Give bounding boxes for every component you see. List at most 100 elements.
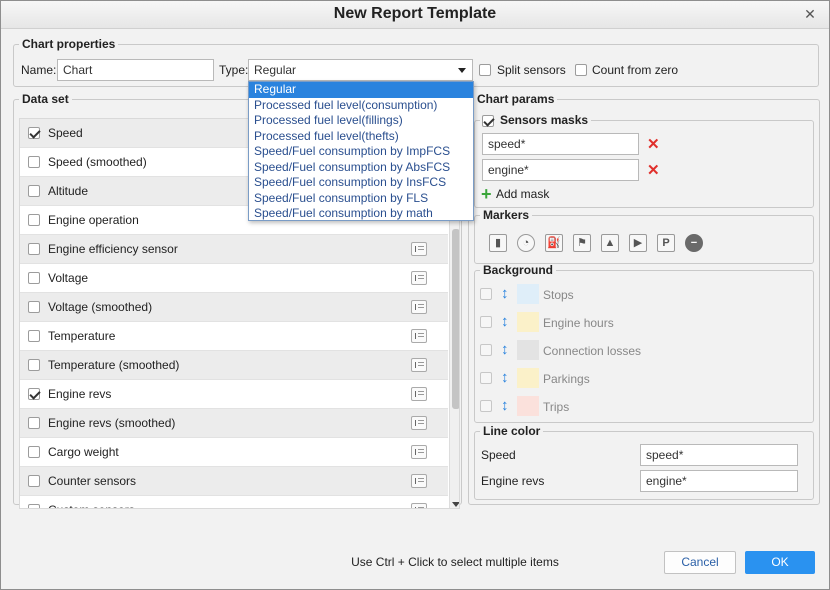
add-mask-button[interactable]: Add mask — [496, 187, 549, 201]
type-option[interactable]: Speed/Fuel consumption by InsFCS — [249, 175, 473, 191]
plus-icon[interactable]: + — [481, 185, 492, 203]
list-item-checkbox[interactable] — [28, 156, 40, 168]
type-option[interactable]: Regular — [249, 82, 473, 98]
chart-properties-legend: Chart properties — [22, 37, 116, 51]
video-icon[interactable]: ▶ — [629, 234, 647, 252]
count-from-zero-checkbox[interactable] — [575, 64, 587, 76]
list-item-label: Counter sensors — [48, 474, 137, 488]
list-item[interactable]: Voltage — [20, 264, 448, 293]
list-item-checkbox[interactable] — [28, 185, 40, 197]
list-item-checkbox[interactable] — [28, 243, 40, 255]
type-option[interactable]: Speed/Fuel consumption by ImpFCS — [249, 144, 473, 160]
type-select[interactable]: Regular — [248, 59, 473, 81]
sensors-masks-legend: Sensors masks — [500, 113, 589, 127]
sensor-settings-icon[interactable] — [411, 358, 427, 372]
remove-mask-1-icon[interactable]: ✕ — [647, 137, 660, 152]
list-item-label: Engine revs — [48, 387, 112, 401]
list-item-checkbox[interactable] — [28, 475, 40, 487]
no-entry-icon[interactable]: − — [685, 234, 703, 252]
line-color-label-speed: Speed — [481, 448, 516, 462]
list-item-checkbox[interactable] — [28, 417, 40, 429]
background-checkbox[interactable] — [480, 344, 492, 356]
background-color-swatch[interactable] — [517, 312, 539, 332]
ok-button[interactable]: OK — [745, 551, 815, 574]
list-item-checkbox[interactable] — [28, 127, 40, 139]
type-option[interactable]: Processed fuel level(fillings) — [249, 113, 473, 129]
list-item-checkbox[interactable] — [28, 301, 40, 313]
type-option[interactable]: Processed fuel level(consumption) — [249, 98, 473, 114]
list-item[interactable]: Engine efficiency sensor — [20, 235, 448, 264]
list-item-label: Engine efficiency sensor — [48, 242, 178, 256]
list-item[interactable]: Voltage (smoothed) — [20, 293, 448, 322]
list-item-checkbox[interactable] — [28, 359, 40, 371]
background-color-swatch[interactable] — [517, 284, 539, 304]
background-checkbox[interactable] — [480, 316, 492, 328]
list-item-checkbox[interactable] — [28, 272, 40, 284]
list-item-checkbox[interactable] — [28, 214, 40, 226]
background-checkbox[interactable] — [480, 372, 492, 384]
list-item[interactable]: Engine revs (smoothed) — [20, 409, 448, 438]
background-checkbox[interactable] — [480, 400, 492, 412]
image-icon[interactable]: ▲ — [601, 234, 619, 252]
chevron-down-icon — [458, 68, 466, 73]
background-item-label: Connection losses — [543, 344, 642, 358]
list-item-label: Temperature — [48, 329, 116, 343]
background-color-swatch[interactable] — [517, 368, 539, 388]
resize-arrows-icon[interactable]: ↕ — [501, 367, 509, 389]
resize-arrows-icon[interactable]: ↕ — [501, 283, 509, 305]
list-item[interactable]: Cargo weight — [20, 438, 448, 467]
count-from-zero-label: Count from zero — [592, 63, 679, 77]
scrollbar-thumb[interactable] — [452, 229, 459, 409]
list-item[interactable]: Engine revs — [20, 380, 448, 409]
sensor-settings-icon[interactable] — [411, 503, 427, 508]
scroll-down-icon[interactable] — [452, 502, 459, 507]
type-option[interactable]: Speed/Fuel consumption by math — [249, 206, 473, 222]
parking-icon[interactable]: P — [657, 234, 675, 252]
resize-arrows-icon[interactable]: ↕ — [501, 339, 509, 361]
title-bar: New Report Template ✕ — [1, 1, 829, 29]
list-item-checkbox[interactable] — [28, 330, 40, 342]
sensor-settings-icon[interactable] — [411, 242, 427, 256]
line-color-input-speed[interactable]: speed* — [640, 444, 798, 466]
type-option[interactable]: Processed fuel level(thefts) — [249, 129, 473, 145]
mask-input-1[interactable]: speed* — [482, 133, 639, 155]
chart-params-legend: Chart params — [477, 92, 555, 106]
sensor-settings-icon[interactable] — [411, 300, 427, 314]
sensor-settings-icon[interactable] — [411, 445, 427, 459]
background-item-label: Stops — [543, 288, 574, 302]
sensor-settings-icon[interactable] — [411, 474, 427, 488]
line-color-input-engine-revs[interactable]: engine* — [640, 470, 798, 492]
mask-input-2[interactable]: engine* — [482, 159, 639, 181]
resize-arrows-icon[interactable]: ↕ — [501, 311, 509, 333]
list-item[interactable]: Temperature (smoothed) — [20, 351, 448, 380]
background-color-swatch[interactable] — [517, 396, 539, 416]
cancel-button[interactable]: Cancel — [664, 551, 736, 574]
sensor-settings-icon[interactable] — [411, 271, 427, 285]
flag-icon[interactable]: ⚑ — [573, 234, 591, 252]
list-item-checkbox[interactable] — [28, 446, 40, 458]
list-item[interactable]: Custom sensors — [20, 496, 448, 508]
resize-arrows-icon[interactable]: ↕ — [501, 395, 509, 417]
fuel-pump-icon[interactable]: ⛽ — [545, 234, 563, 252]
list-item-checkbox[interactable] — [28, 388, 40, 400]
list-item[interactable]: Temperature — [20, 322, 448, 351]
type-option[interactable]: Speed/Fuel consumption by AbsFCS — [249, 160, 473, 176]
background-legend: Background — [483, 263, 554, 277]
name-input[interactable]: Chart — [57, 59, 214, 81]
fuel-can-icon[interactable]: ▮ — [489, 234, 507, 252]
list-item-checkbox[interactable] — [28, 504, 40, 508]
gauge-icon[interactable]: ◔ — [517, 234, 535, 252]
background-checkbox[interactable] — [480, 288, 492, 300]
split-sensors-label: Split sensors — [497, 63, 566, 77]
type-dropdown-list[interactable]: Regular Processed fuel level(consumption)… — [248, 81, 474, 221]
split-sensors-checkbox[interactable] — [479, 64, 491, 76]
sensor-settings-icon[interactable] — [411, 387, 427, 401]
close-icon[interactable]: ✕ — [803, 7, 817, 21]
sensors-masks-checkbox[interactable] — [482, 115, 494, 127]
list-item[interactable]: Counter sensors — [20, 467, 448, 496]
background-color-swatch[interactable] — [517, 340, 539, 360]
sensor-settings-icon[interactable] — [411, 416, 427, 430]
remove-mask-2-icon[interactable]: ✕ — [647, 163, 660, 178]
sensor-settings-icon[interactable] — [411, 329, 427, 343]
type-option[interactable]: Speed/Fuel consumption by FLS — [249, 191, 473, 207]
